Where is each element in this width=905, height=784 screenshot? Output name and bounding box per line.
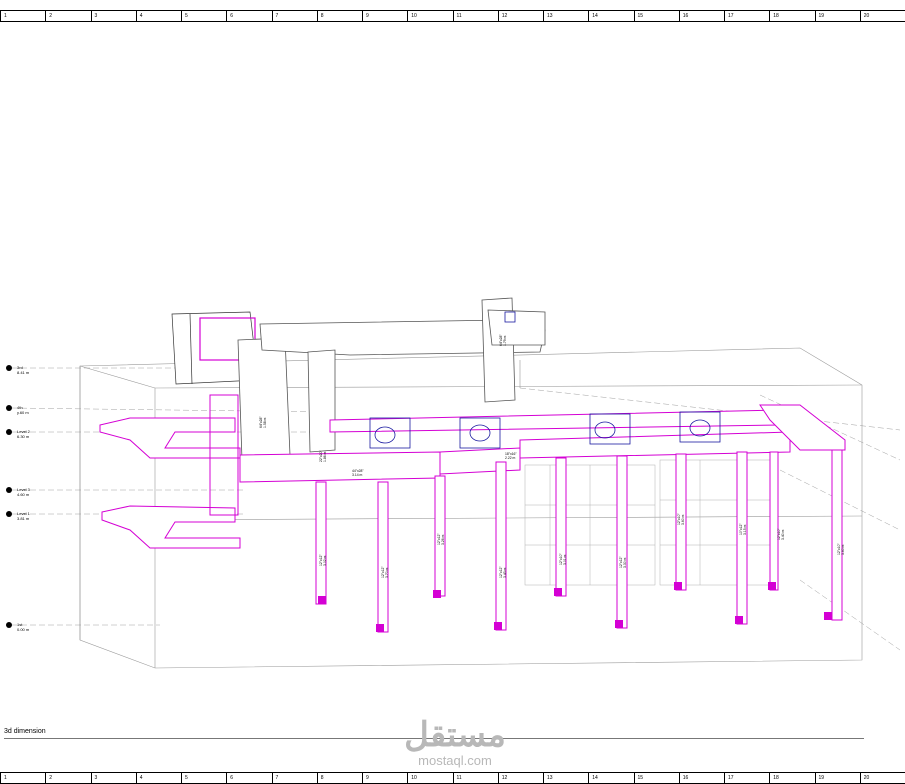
ruler-cell: 5 (181, 773, 226, 783)
ruler-cell: 18 (769, 773, 814, 783)
level-markers (6, 365, 12, 628)
level-label-level-2: Level 2 6.30 m (17, 429, 30, 439)
main-ducts (237, 297, 546, 461)
duct-tag-length: 3.40 m (781, 529, 785, 540)
drop-outlets (318, 582, 832, 632)
ruler-cell: 13 (543, 773, 588, 783)
duct-tag-length: 3.02 m (323, 555, 327, 566)
level-label-level-1: Level 1 3.81 m (17, 511, 30, 521)
ruler-cell: 17 (724, 773, 769, 783)
ruler-cell: 14 (588, 773, 633, 783)
duct-tag: 12"x10" 3.40 m (777, 528, 785, 540)
duct-tag-length: 3.15 m (743, 524, 747, 535)
watermark-latin: mostaql.com (418, 753, 492, 768)
ruler-cell: 9 (362, 773, 407, 783)
level-label-1st: 1st 0.00 m (17, 622, 30, 632)
ruler-cell: 6 (226, 773, 271, 783)
duct-tag-length: 3.60 m (841, 544, 845, 555)
duct-tag-length: 3.60 m (681, 514, 685, 525)
duct-tag-length: 3.30 m (623, 557, 627, 568)
duct-tag-length: 3.01 m (563, 554, 567, 565)
duct-tag-length: 1.79 m (503, 335, 507, 346)
ruler-cell: 11 (452, 773, 498, 783)
duct-tag-length: 3.26 m (441, 534, 445, 545)
ruler-cell: 4 (135, 773, 181, 783)
duct-tag-length: 1.86 m (323, 451, 327, 462)
ruler-cell: 2 (45, 773, 90, 783)
ruler-cell: 12 (497, 773, 543, 783)
level-label-level-3: Level 3 4.60 m (17, 487, 30, 497)
ruler-cell: 16 (678, 773, 724, 783)
ruler-cell: 19 (814, 773, 860, 783)
duct-tag-length: 3.43 m (503, 567, 507, 578)
view-caption: 3d dimension (4, 728, 46, 735)
level-label-4th: 4th y.60 m (17, 405, 29, 415)
watermark-logo: مستقل mostaql.com (395, 716, 515, 768)
ruler-cell: 8 (316, 773, 362, 783)
duct-tag: 22"x20" 1.86 m (319, 450, 327, 462)
3d-duct-view: 44"x28"3.14 m64"x28" 1.58 m22"x20" 1.86 m6… (6, 297, 901, 669)
level-label-3rd: 3rd 8.41 m (17, 365, 30, 375)
duct-tag-length: 3.14 m (352, 473, 363, 477)
ruler-cell: 20 (859, 773, 905, 783)
ruler-cell: 15 (633, 773, 679, 783)
duct-tag-length: 2.22 m (505, 456, 516, 460)
ruler-cell: 7 (271, 773, 317, 783)
left-branches (99, 394, 241, 549)
watermark-arabic: مستقل (404, 716, 506, 754)
duct-tag-length: 1.58 m (263, 417, 267, 428)
bottom-grid-ruler: 1 2 3 4 5 6 7 8 9 10 11 12 13 14 15 16 17 18 19 20 (0, 772, 905, 784)
ruler-cell: 3 (90, 773, 136, 783)
ruler-cell: 1 (0, 773, 45, 783)
ruler-cell: 10 (407, 773, 452, 783)
duct-tag-length: 3.70 m (385, 567, 389, 578)
